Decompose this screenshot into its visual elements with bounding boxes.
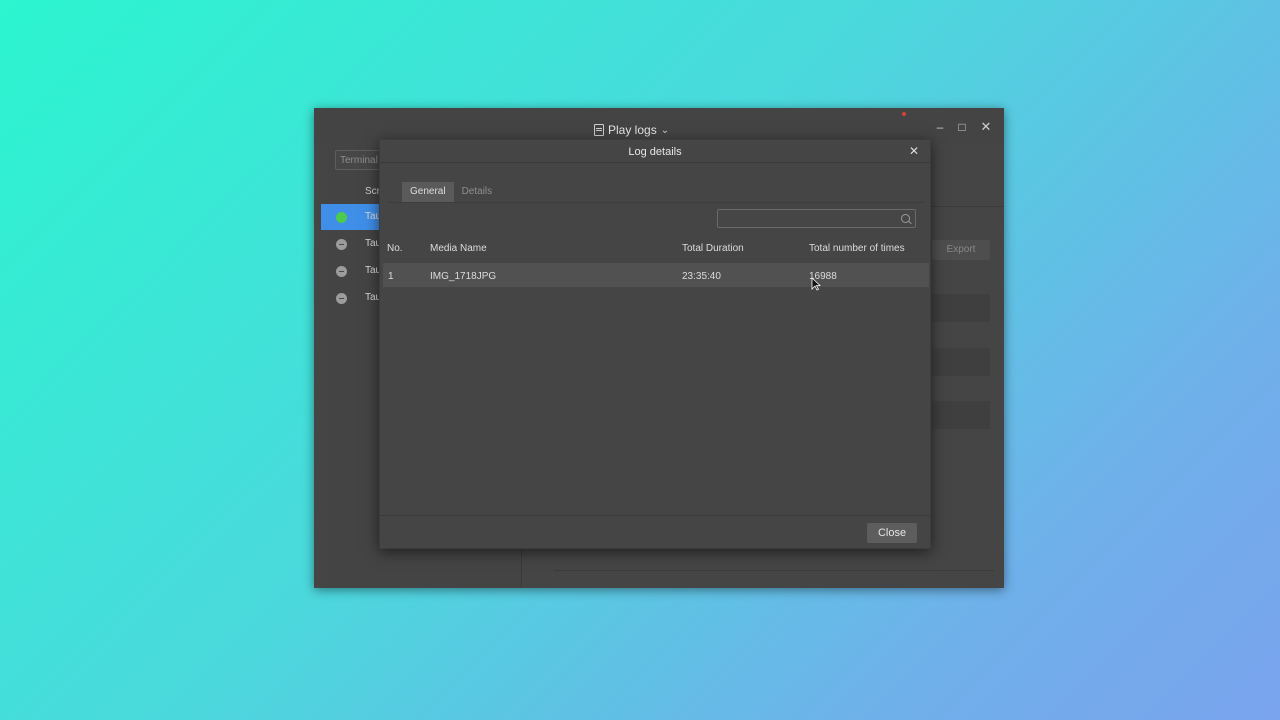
footer-divider [380, 515, 930, 516]
status-offline-icon [336, 293, 347, 304]
chevron-down-icon: ⌄ [660, 124, 670, 136]
column-header-total-duration[interactable]: Total Duration [682, 243, 744, 254]
minimize-button[interactable]: – [932, 119, 948, 135]
dialog-titlebar: Log details ✕ [380, 140, 930, 163]
dialog-title: Log details [628, 146, 682, 158]
search-input[interactable] [717, 209, 916, 228]
sidebar-column-header: Scr [365, 186, 380, 197]
status-offline-icon [336, 239, 347, 250]
dialog-close-icon[interactable]: ✕ [906, 143, 922, 159]
column-header-media-name[interactable]: Media Name [430, 243, 487, 254]
background-panel [932, 401, 990, 429]
maximize-button[interactable]: □ [954, 119, 970, 135]
export-button[interactable]: Export [932, 240, 990, 260]
tab-details[interactable]: Details [454, 182, 501, 202]
window-close-button[interactable]: ✕ [978, 119, 994, 135]
cell-no: 1 [388, 271, 394, 282]
document-icon [594, 124, 604, 136]
log-details-dialog: Log details ✕ General Details No. Media … [379, 139, 931, 549]
search-icon[interactable] [901, 214, 910, 223]
cell-total-duration: 23:35:40 [682, 271, 721, 282]
dialog-tabs: General Details [402, 182, 500, 202]
cell-media-name: IMG_1718JPG [430, 271, 497, 282]
divider [554, 570, 994, 571]
column-header-no[interactable]: No. [387, 243, 403, 254]
window-title-dropdown[interactable]: Play logs ⌄ [594, 123, 669, 137]
background-panel [932, 348, 990, 376]
close-button[interactable]: Close [867, 523, 917, 543]
notification-dot [902, 112, 906, 116]
window-title: Play logs [608, 123, 657, 137]
tab-general[interactable]: General [402, 182, 454, 202]
status-offline-icon [336, 266, 347, 277]
mouse-cursor-icon [811, 277, 821, 291]
tabs-divider [388, 202, 924, 203]
status-online-icon [336, 212, 347, 223]
column-header-total-times[interactable]: Total number of times [809, 243, 905, 254]
background-panel [932, 294, 990, 322]
